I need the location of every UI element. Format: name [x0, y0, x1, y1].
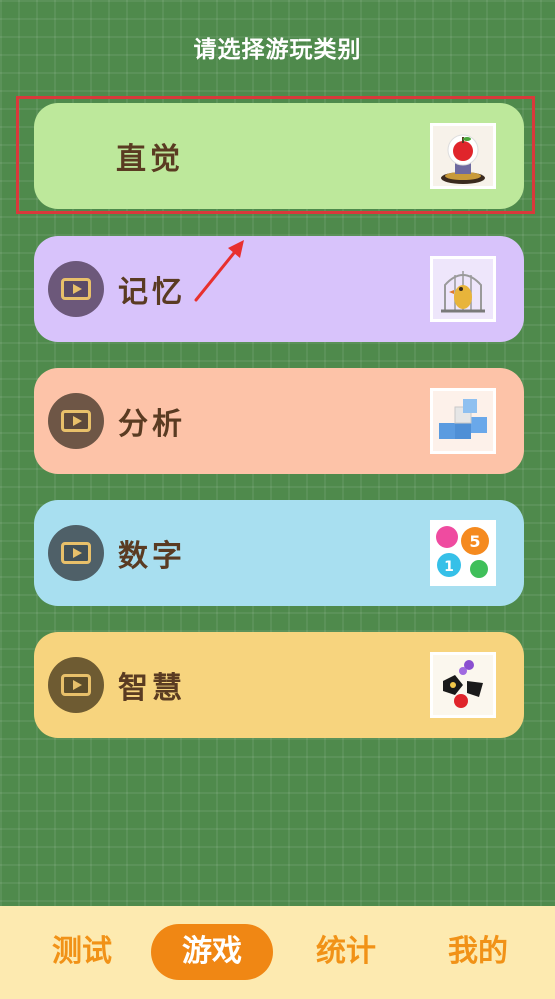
tab-mine[interactable]: 我的: [430, 924, 526, 980]
category-card-memory[interactable]: 记忆: [34, 236, 524, 342]
category-card-wisdom[interactable]: 智慧: [34, 632, 524, 738]
category-label: 分析: [118, 407, 186, 442]
blue-cubes-icon: [430, 388, 496, 454]
category-label: 数字: [118, 539, 186, 574]
video-icon[interactable]: [48, 261, 104, 317]
page-title: 请选择游玩类别: [193, 37, 362, 63]
category-label: 记忆: [118, 275, 186, 310]
tab-test[interactable]: 测试: [34, 924, 130, 980]
tab-stats[interactable]: 统计: [298, 924, 394, 980]
video-icon[interactable]: [48, 657, 104, 713]
number-balloons-icon: 5 1: [430, 520, 496, 586]
category-label: 智慧: [118, 671, 186, 706]
category-card-analysis[interactable]: 分析: [34, 368, 524, 474]
bottom-tab-bar: 测试 游戏 统计 我的: [0, 906, 555, 999]
svg-text:1: 1: [444, 559, 454, 575]
tab-games[interactable]: 游戏: [151, 924, 273, 980]
annotation-arrow-icon: [194, 240, 244, 302]
bird-in-cage-icon: [430, 256, 496, 322]
svg-text:5: 5: [469, 532, 480, 551]
highlight-box: [16, 96, 535, 214]
video-icon[interactable]: [48, 525, 104, 581]
shapes-puzzle-icon: [430, 652, 496, 718]
video-icon[interactable]: [48, 393, 104, 449]
category-card-numbers[interactable]: 数字 5 1: [34, 500, 524, 606]
